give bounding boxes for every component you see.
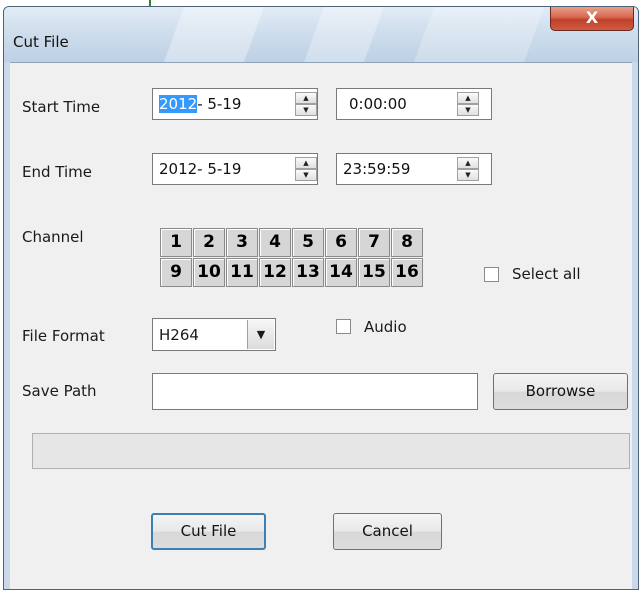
spin-down-icon[interactable]: ▼ xyxy=(295,104,317,116)
audio-label: Audio xyxy=(364,318,407,336)
channel-button-14[interactable]: 14 xyxy=(325,258,357,287)
end-date-field[interactable]: 2012- 5-19 ▲ ▼ xyxy=(152,153,318,185)
end-time-spinner[interactable]: ▲ ▼ xyxy=(457,157,479,181)
channel-button-15[interactable]: 15 xyxy=(358,258,390,287)
channel-label: Channel xyxy=(22,228,84,246)
spin-up-icon[interactable]: ▲ xyxy=(295,157,317,169)
cut-file-button[interactable]: Cut File xyxy=(151,513,266,550)
channel-button-11[interactable]: 11 xyxy=(226,258,258,287)
start-time-label: Start Time xyxy=(22,98,101,116)
close-button[interactable]: X xyxy=(550,7,634,31)
channel-button-7[interactable]: 7 xyxy=(358,228,390,257)
title-bar: Cut File X xyxy=(4,7,638,62)
browse-button[interactable]: Borrowse xyxy=(493,373,628,410)
dialog-body xyxy=(10,62,632,589)
start-time-spinner[interactable]: ▲ ▼ xyxy=(457,92,479,116)
end-time-label: End Time xyxy=(22,163,92,181)
channel-button-10[interactable]: 10 xyxy=(193,258,225,287)
cut-file-dialog: Cut File X xyxy=(3,6,639,590)
channel-button-13[interactable]: 13 xyxy=(292,258,324,287)
spin-up-icon[interactable]: ▲ xyxy=(457,92,479,104)
dialog-title: Cut File xyxy=(13,33,69,51)
channel-button-6[interactable]: 6 xyxy=(325,228,357,257)
channel-button-8[interactable]: 8 xyxy=(391,228,423,257)
start-time-field[interactable]: 0:00:00 ▲ ▼ xyxy=(336,88,492,120)
start-date-rest: - 5-19 xyxy=(197,95,242,113)
channel-button-9[interactable]: 9 xyxy=(160,258,192,287)
end-date-spinner[interactable]: ▲ ▼ xyxy=(295,157,317,181)
spin-down-icon[interactable]: ▼ xyxy=(457,169,479,181)
file-format-value: H264 xyxy=(159,326,199,344)
start-date-year: 2012 xyxy=(159,95,198,113)
close-icon: X xyxy=(585,8,599,27)
spin-up-icon[interactable]: ▲ xyxy=(295,92,317,104)
spin-down-icon[interactable]: ▼ xyxy=(295,169,317,181)
chevron-down-icon[interactable]: ▼ xyxy=(247,320,274,349)
select-all-checkbox[interactable] xyxy=(484,267,499,282)
channel-button-4[interactable]: 4 xyxy=(259,228,291,257)
channel-button-5[interactable]: 5 xyxy=(292,228,324,257)
channel-button-1[interactable]: 1 xyxy=(160,228,192,257)
start-date-spinner[interactable]: ▲ ▼ xyxy=(295,92,317,116)
start-time-value: 0:00:00 xyxy=(349,95,407,113)
end-time-field[interactable]: 23:59:59 ▲ ▼ xyxy=(336,153,492,185)
start-date-field[interactable]: 2012- 5-19 ▲ ▼ xyxy=(152,88,318,120)
file-format-select[interactable]: H264 ▼ xyxy=(152,318,276,351)
progress-bar xyxy=(32,433,630,469)
save-path-input[interactable] xyxy=(152,373,478,410)
save-path-label: Save Path xyxy=(22,382,97,400)
channel-button-2[interactable]: 2 xyxy=(193,228,225,257)
cancel-button[interactable]: Cancel xyxy=(333,513,442,550)
spin-up-icon[interactable]: ▲ xyxy=(457,157,479,169)
file-format-label: File Format xyxy=(22,327,105,345)
end-date-value: 2012- 5-19 xyxy=(159,160,242,178)
select-all-label: Select all xyxy=(512,265,581,283)
channel-button-12[interactable]: 12 xyxy=(259,258,291,287)
channel-button-16[interactable]: 16 xyxy=(391,258,423,287)
channel-button-3[interactable]: 3 xyxy=(226,228,258,257)
spin-down-icon[interactable]: ▼ xyxy=(457,104,479,116)
audio-checkbox[interactable] xyxy=(336,319,351,334)
end-time-value: 23:59:59 xyxy=(343,160,411,178)
